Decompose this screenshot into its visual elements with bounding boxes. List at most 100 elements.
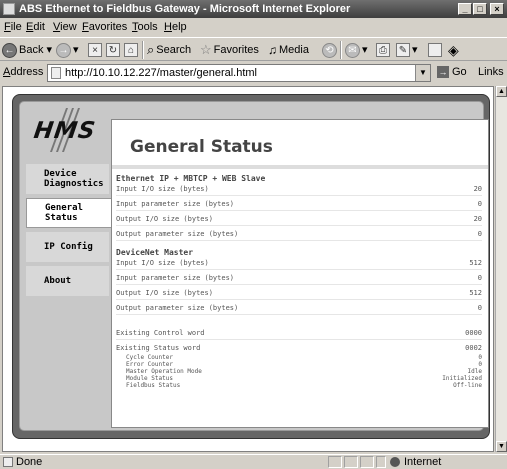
row-label: Existing Status word bbox=[116, 344, 201, 352]
nav-about[interactable]: About bbox=[26, 266, 109, 296]
address-input[interactable]: http://10.10.12.227/master/general.html … bbox=[47, 64, 431, 82]
control-word-row: Existing Control word 0000 bbox=[116, 327, 482, 340]
address-url: http://10.10.12.227/master/general.html bbox=[65, 67, 258, 79]
links-button[interactable]: Links bbox=[478, 66, 504, 78]
section-heading-ethernet: Ethernet IP + MBTCP + WEB Slave bbox=[116, 174, 266, 183]
hms-frame-inner: HMS Device Diagnostics General Status IP C… bbox=[19, 101, 489, 431]
scroll-down-button[interactable]: ▼ bbox=[496, 441, 507, 452]
page-done-icon bbox=[3, 457, 13, 467]
search-button[interactable]: ⌕ Search bbox=[147, 41, 191, 59]
content-panel: General Status Ethernet IP + MBTCP + WEB… bbox=[111, 119, 489, 428]
page-title: General Status bbox=[130, 137, 273, 157]
favorites-label: Favorites bbox=[213, 44, 259, 56]
back-arrow-icon: ← bbox=[2, 42, 17, 58]
table-row: Output parameter size (bytes) 0 bbox=[116, 302, 482, 315]
row-label: Input I/O size (bytes) bbox=[116, 259, 209, 267]
row-label: Existing Control word bbox=[116, 329, 205, 337]
maximize-button[interactable]: □ bbox=[473, 3, 487, 15]
page-icon bbox=[51, 67, 61, 79]
media-label: Media bbox=[279, 44, 309, 56]
forward-arrow-icon: → bbox=[56, 42, 71, 58]
row-label: Output I/O size (bytes) bbox=[116, 289, 213, 297]
hms-logo: HMS bbox=[32, 118, 98, 144]
mail-button[interactable]: ✉ ▾ bbox=[345, 41, 368, 59]
messenger-button[interactable]: ◈ bbox=[448, 41, 461, 59]
menu-help[interactable]: Help bbox=[164, 19, 187, 35]
home-icon: ⌂ bbox=[124, 43, 138, 58]
go-button[interactable]: → Go bbox=[437, 66, 467, 79]
menu-tools[interactable]: Tools bbox=[132, 19, 158, 35]
detail-label: Fieldbus Status bbox=[126, 382, 181, 389]
table-row: Output parameter size (bytes) 0 bbox=[116, 228, 482, 241]
edit-button[interactable]: ✎ ▾ bbox=[396, 41, 418, 59]
history-button[interactable]: ⟲ bbox=[322, 41, 339, 59]
ie-page-icon bbox=[3, 3, 15, 15]
window-title: ABS Ethernet to Fieldbus Gateway - Micro… bbox=[19, 3, 351, 15]
nav-general-status[interactable]: General Status bbox=[26, 198, 112, 228]
back-button[interactable]: ← Back ▾ bbox=[2, 41, 52, 59]
media-button[interactable]: ♫ Media bbox=[268, 41, 309, 59]
row-value: 0002 bbox=[465, 344, 482, 352]
security-zone: Internet bbox=[390, 455, 441, 469]
row-label: Input parameter size (bytes) bbox=[116, 274, 235, 282]
stop-button[interactable]: × bbox=[88, 41, 104, 59]
refresh-button[interactable]: ↻ bbox=[106, 41, 122, 59]
row-label: Input parameter size (bytes) bbox=[116, 200, 235, 208]
browser-viewport: HMS Device Diagnostics General Status IP C… bbox=[2, 86, 494, 452]
row-label: Output I/O size (bytes) bbox=[116, 215, 213, 223]
print-button[interactable]: ⎙ bbox=[376, 41, 392, 59]
row-label: Output parameter size (bytes) bbox=[116, 304, 239, 312]
table-row: Input parameter size (bytes) 0 bbox=[116, 272, 482, 285]
menu-file[interactable]: File bbox=[4, 19, 22, 35]
status-bar: Done Internet bbox=[0, 454, 507, 469]
discuss-icon bbox=[428, 43, 442, 58]
section-heading-devicenet: DeviceNet Master bbox=[116, 248, 194, 257]
vertical-scrollbar[interactable]: ▲ ▼ bbox=[495, 86, 507, 452]
menu-edit[interactable]: Edit bbox=[26, 19, 45, 35]
table-row: Output I/O size (bytes) 20 bbox=[116, 213, 482, 226]
row-value: 0 bbox=[477, 304, 482, 312]
go-label: Go bbox=[452, 66, 467, 78]
minimize-button[interactable]: _ bbox=[458, 3, 472, 15]
favorites-button[interactable]: ☆ Favorites bbox=[200, 41, 259, 59]
refresh-icon: ↻ bbox=[106, 43, 120, 58]
window-title-bar: ABS Ethernet to Fieldbus Gateway - Micro… bbox=[0, 0, 507, 18]
row-label: Input I/O size (bytes) bbox=[116, 185, 209, 193]
address-dropdown-button[interactable]: ▼ bbox=[415, 65, 430, 81]
table-row: Input parameter size (bytes) 0 bbox=[116, 198, 482, 211]
edit-page-icon: ✎ bbox=[396, 43, 410, 58]
status-cell bbox=[328, 456, 342, 468]
status-cell bbox=[344, 456, 358, 468]
row-value: 0 bbox=[477, 200, 482, 208]
nav-ip-config[interactable]: IP Config bbox=[26, 232, 109, 262]
status-detail-row: Fieldbus Status Off-line bbox=[126, 382, 482, 390]
nav-device-diagnostics[interactable]: Device Diagnostics bbox=[26, 164, 109, 194]
menu-view[interactable]: View bbox=[53, 19, 77, 35]
hms-frame: HMS Device Diagnostics General Status IP C… bbox=[12, 94, 490, 439]
star-icon: ☆ bbox=[200, 42, 212, 58]
messenger-icon: ◈ bbox=[448, 42, 459, 59]
close-button[interactable]: × bbox=[490, 3, 504, 15]
address-label: Address bbox=[3, 66, 44, 78]
mail-icon: ✉ bbox=[345, 42, 360, 58]
back-label: Back bbox=[19, 44, 44, 56]
status-text: Done bbox=[16, 456, 43, 468]
history-icon: ⟲ bbox=[322, 42, 337, 58]
scroll-up-button[interactable]: ▲ bbox=[496, 86, 507, 97]
status-cell bbox=[360, 456, 374, 468]
search-icon: ⌕ bbox=[147, 42, 155, 58]
row-value: 0 bbox=[477, 274, 482, 282]
menu-bar: File Edit View Favorites Tools Help bbox=[0, 19, 507, 35]
forward-button[interactable]: → ▾ bbox=[56, 41, 79, 59]
row-value: 20 bbox=[473, 215, 482, 223]
row-label: Output parameter size (bytes) bbox=[116, 230, 239, 238]
title-divider bbox=[112, 165, 488, 169]
home-button[interactable]: ⌂ bbox=[124, 41, 140, 59]
discuss-button[interactable] bbox=[428, 41, 444, 59]
menu-favorites[interactable]: Favorites bbox=[82, 19, 127, 35]
status-cell bbox=[376, 456, 386, 468]
standard-toolbar: ← Back ▾ → ▾ × ↻ ⌂ ⌕ Search ☆ Favorites ♫ Med… bbox=[0, 37, 507, 61]
go-arrow-icon: → bbox=[437, 66, 449, 79]
table-row: Input I/O size (bytes) 512 bbox=[116, 257, 482, 270]
internet-globe-icon bbox=[390, 457, 400, 468]
